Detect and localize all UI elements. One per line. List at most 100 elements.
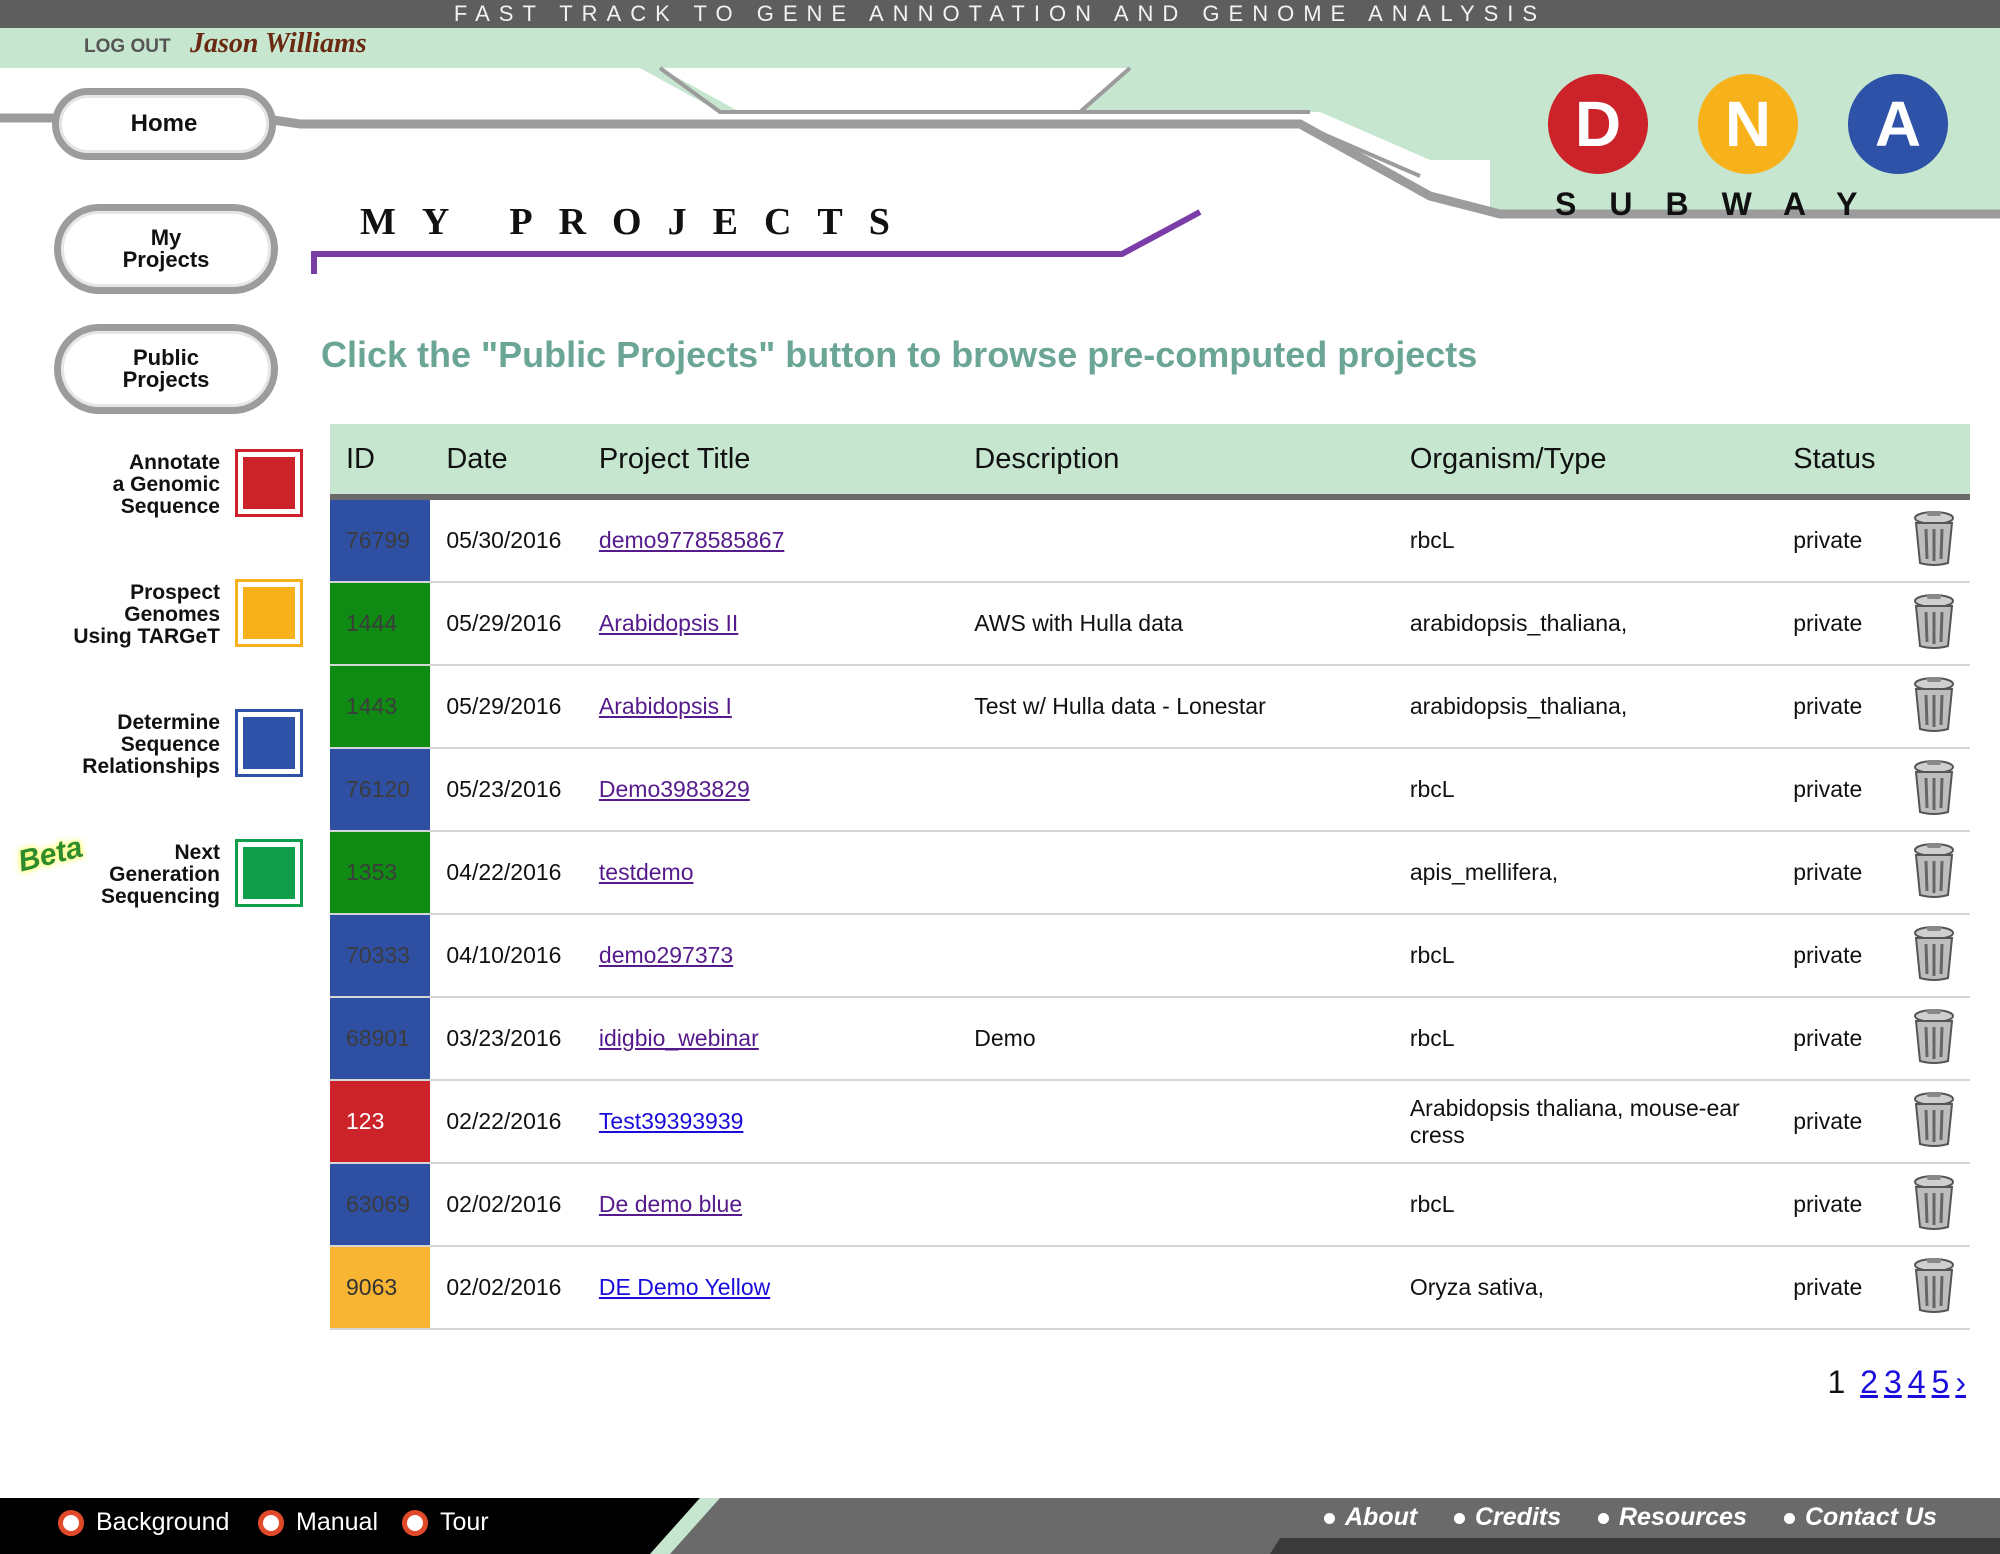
logout-link[interactable]: LOG OUT — [84, 36, 171, 58]
title-underline — [311, 209, 1202, 274]
footer-tour-label: Tour — [440, 1508, 489, 1536]
footer-credits-label: Credits — [1475, 1503, 1562, 1531]
project-id-cell: 123 — [330, 1080, 431, 1164]
project-date: 02/22/2016 — [430, 1080, 583, 1164]
trash-icon[interactable] — [1910, 592, 1958, 650]
table-row[interactable]: 63069 02/02/2016 De demo blue rbcL private — [330, 1163, 1970, 1247]
table-row[interactable]: 1443 05/29/2016 Arabidopsis I Test w/ Hulla… — [330, 665, 1970, 749]
project-title-link[interactable]: demo9778585867 — [599, 527, 784, 553]
table-row[interactable]: 76120 05/23/2016 Demo3983829 rbcL private — [330, 748, 1970, 832]
page-5-link[interactable]: 5 — [1932, 1364, 1950, 1400]
project-date: 05/29/2016 — [430, 665, 583, 749]
project-title-link[interactable]: Arabidopsis I — [599, 693, 732, 719]
table-row[interactable]: 70333 04/10/2016 demo297373 rbcL private — [330, 914, 1970, 998]
project-organism: rbcL — [1393, 997, 1778, 1081]
project-id-cell: 1444 — [330, 582, 431, 666]
bullet-icon — [1598, 1512, 1609, 1524]
table-row[interactable]: 1353 04/22/2016 testdemo apis_mellifera, pri… — [330, 831, 1970, 915]
project-title-link[interactable]: De demo blue — [599, 1191, 742, 1217]
project-title-cell: Arabidopsis I — [582, 665, 959, 749]
public-projects-line-2: Projects — [122, 367, 210, 392]
table-row[interactable]: 1444 05/29/2016 Arabidopsis II AWS with Hul… — [330, 582, 1970, 666]
page-3-link[interactable]: 3 — [1884, 1364, 1902, 1400]
trash-icon[interactable] — [1910, 675, 1958, 733]
username: Jason Williams — [190, 28, 367, 59]
footer-credits-link[interactable]: Credits — [1454, 1503, 1561, 1532]
pagination: 1 2 3 4 5 › — [1827, 1364, 1966, 1401]
footer-resources-link[interactable]: Resources — [1598, 1503, 1747, 1532]
sidebar-ngs-line-1: Next — [174, 841, 220, 864]
trash-icon[interactable] — [1910, 924, 1958, 982]
sidebar-determine-line-2: Sequence — [120, 733, 220, 756]
footer-about-link[interactable]: About — [1324, 1503, 1417, 1532]
footer-contact-link[interactable]: Contact Us — [1784, 1503, 1937, 1532]
trash-icon[interactable] — [1910, 1256, 1958, 1314]
project-description: Test w/ Hulla data - Lonestar — [958, 665, 1394, 749]
project-status: private — [1777, 914, 1894, 998]
trash-icon[interactable] — [1910, 758, 1958, 816]
project-title-link[interactable]: Test39393939 — [599, 1108, 744, 1134]
project-status: private — [1777, 1246, 1894, 1330]
trash-icon[interactable] — [1910, 1090, 1958, 1148]
project-organism: Oryza sativa, — [1393, 1246, 1778, 1330]
footer-manual-link[interactable]: Manual — [258, 1508, 378, 1537]
next-page-link[interactable]: › — [1955, 1364, 1966, 1400]
table-row[interactable]: 9063 02/02/2016 DE Demo Yellow Oryza sativa… — [330, 1246, 1970, 1330]
trash-icon[interactable] — [1910, 1007, 1958, 1065]
project-description — [958, 1163, 1394, 1247]
delete-cell — [1893, 497, 1970, 583]
blue-square-icon — [235, 709, 303, 777]
project-title-link[interactable]: Demo3983829 — [599, 776, 750, 802]
my-projects-button[interactable]: My Projects — [54, 204, 278, 294]
trash-icon[interactable] — [1910, 841, 1958, 899]
sidebar-item-annotate[interactable]: Annotate a Genomic Sequence — [0, 449, 303, 522]
project-title-cell: demo297373 — [582, 914, 959, 998]
public-projects-button[interactable]: Public Projects — [54, 324, 278, 414]
project-status: private — [1777, 748, 1894, 832]
project-title-link[interactable]: Arabidopsis II — [599, 610, 738, 636]
project-status: private — [1777, 997, 1894, 1081]
project-id-cell: 68901 — [330, 997, 431, 1081]
sidebar-determine-line-3: Relationships — [82, 755, 220, 778]
project-organism: rbcL — [1393, 914, 1778, 998]
table-row[interactable]: 76799 05/30/2016 demo9778585867 rbcL private — [330, 497, 1970, 583]
page-2-link[interactable]: 2 — [1860, 1364, 1878, 1400]
project-organism: rbcL — [1393, 497, 1778, 583]
bullet-icon — [1784, 1512, 1795, 1524]
project-date: 02/02/2016 — [430, 1163, 583, 1247]
project-title-link[interactable]: demo297373 — [599, 942, 733, 968]
page-4-link[interactable]: 4 — [1908, 1364, 1926, 1400]
sidebar-ngs-line-2: Generation — [109, 863, 220, 886]
table-row[interactable]: 68901 03/23/2016 idigbio_webinar Demo rbcL pr… — [330, 997, 1970, 1081]
project-organism: apis_mellifera, — [1393, 831, 1778, 915]
project-organism: Arabidopsis thaliana, mouse-ear cress — [1393, 1080, 1778, 1164]
project-title-link[interactable]: testdemo — [599, 859, 694, 885]
header-organism: Organism/Type — [1393, 424, 1778, 500]
project-title-cell: De demo blue — [582, 1163, 959, 1247]
footer-background-link[interactable]: Background — [58, 1508, 229, 1537]
footer-tour-link[interactable]: Tour — [402, 1508, 489, 1537]
delete-cell — [1893, 1163, 1970, 1247]
footer-contact-label: Contact Us — [1805, 1503, 1937, 1531]
trash-icon[interactable] — [1910, 509, 1958, 567]
project-description: AWS with Hulla data — [958, 582, 1394, 666]
delete-cell — [1893, 748, 1970, 832]
sidebar-item-determine[interactable]: Determine Sequence Relationships — [0, 709, 303, 782]
project-date: 05/23/2016 — [430, 748, 583, 832]
green-square-icon — [235, 839, 303, 907]
project-description: Demo — [958, 997, 1394, 1081]
project-id-cell: 63069 — [330, 1163, 431, 1247]
project-title-link[interactable]: DE Demo Yellow — [599, 1274, 770, 1300]
header-actions — [1893, 424, 1970, 500]
project-id: 76120 — [346, 776, 410, 802]
trash-icon[interactable] — [1910, 1173, 1958, 1231]
project-status: private — [1777, 1080, 1894, 1164]
project-title-link[interactable]: idigbio_webinar — [599, 1025, 759, 1051]
project-organism: rbcL — [1393, 1163, 1778, 1247]
logo-subtitle: SUBWAY — [1555, 186, 1891, 222]
home-button[interactable]: Home — [52, 88, 276, 160]
project-description — [958, 497, 1394, 583]
project-description — [958, 914, 1394, 998]
table-row[interactable]: 123 02/22/2016 Test39393939 Arabidopsis tha… — [330, 1080, 1970, 1164]
sidebar-item-prospect[interactable]: Prospect Genomes Using TARGeT — [0, 579, 303, 652]
